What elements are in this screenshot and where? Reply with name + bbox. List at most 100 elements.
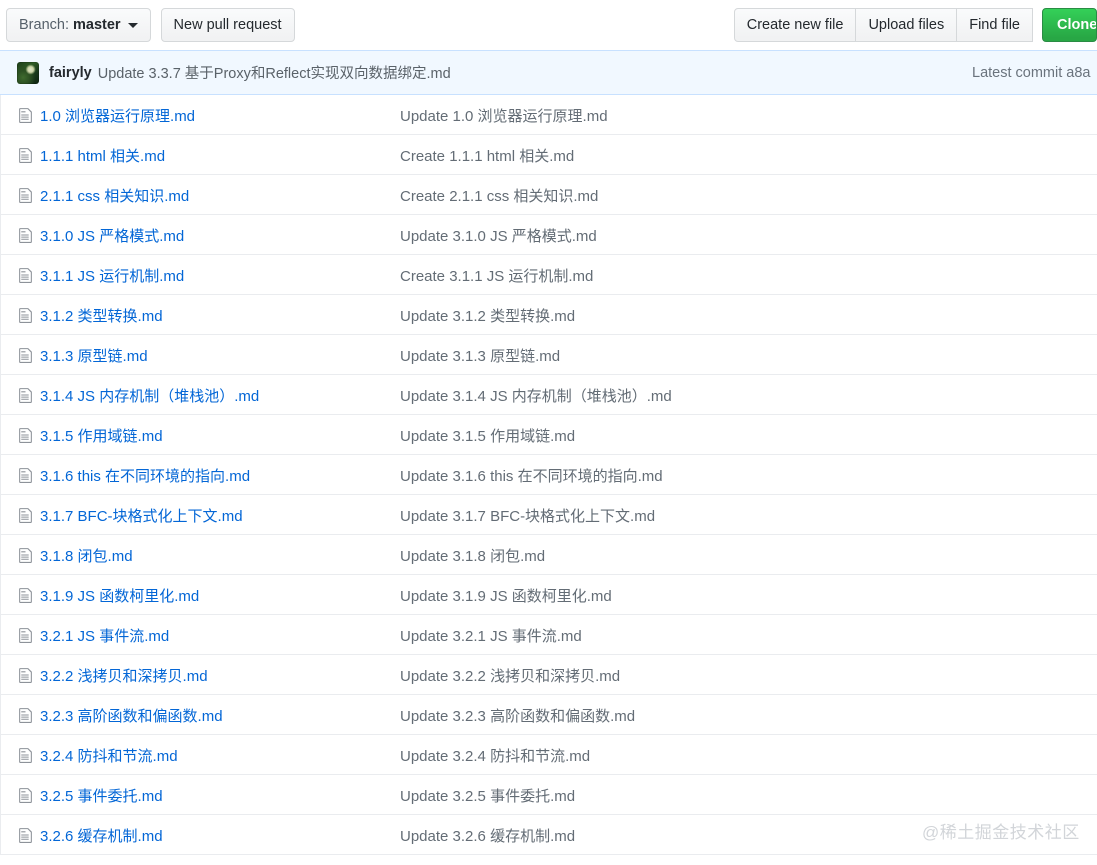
file-commit-message[interactable]: Update 3.2.3 高阶函数和偏函数.md [400, 695, 635, 735]
table-row[interactable]: 1.0 浏览器运行原理.md Update 1.0 浏览器运行原理.md [1, 95, 1097, 135]
file-name-cell: 3.1.6 this 在不同环境的指向.md [18, 455, 250, 495]
file-name-link[interactable]: 2.1.1 css 相关知识.md [40, 185, 189, 206]
branch-selector-button[interactable]: Branch: master [6, 8, 151, 42]
commit-message-link[interactable]: Update 3.3.7 基于Proxy和Reflect实现双向数据绑定.md [98, 62, 451, 83]
file-commit-message[interactable]: Update 3.1.0 JS 严格模式.md [400, 215, 597, 255]
table-row[interactable]: 3.2.3 高阶函数和偏函数.md Update 3.2.3 高阶函数和偏函数.… [1, 695, 1097, 735]
file-icon [19, 267, 32, 283]
file-commit-message[interactable]: Update 3.1.4 JS 内存机制（堆栈池）.md [400, 375, 672, 415]
file-name-link[interactable]: 3.1.4 JS 内存机制（堆栈池）.md [40, 385, 259, 406]
file-name-link[interactable]: 3.1.6 this 在不同环境的指向.md [40, 465, 250, 486]
upload-files-button[interactable]: Upload files [856, 8, 958, 42]
file-icon [19, 347, 32, 363]
file-name-link[interactable]: 3.1.8 闭包.md [40, 545, 133, 566]
file-name-cell: 3.1.5 作用域链.md [18, 415, 163, 455]
file-name-cell: 3.2.2 浅拷贝和深拷贝.md [18, 655, 208, 695]
table-row[interactable]: 3.1.4 JS 内存机制（堆栈池）.md Update 3.1.4 JS 内存… [1, 375, 1097, 415]
file-name-cell: 2.1.1 css 相关知识.md [18, 175, 189, 215]
table-row[interactable]: 3.1.0 JS 严格模式.md Update 3.1.0 JS 严格模式.md [1, 215, 1097, 255]
file-name-cell: 3.2.4 防抖和节流.md [18, 735, 178, 775]
file-commit-message[interactable]: Update 3.1.8 闭包.md [400, 535, 545, 575]
file-name-link[interactable]: 1.0 浏览器运行原理.md [40, 105, 195, 126]
branch-prefix-label: Branch: [19, 16, 69, 33]
file-commit-message[interactable]: Update 3.2.4 防抖和节流.md [400, 735, 590, 775]
file-commit-message[interactable]: Update 3.1.2 类型转换.md [400, 295, 575, 335]
file-name-link[interactable]: 3.2.1 JS 事件流.md [40, 625, 169, 646]
file-commit-message[interactable]: Update 3.1.3 原型链.md [400, 335, 560, 375]
file-icon [19, 187, 32, 203]
table-row[interactable]: 3.2.5 事件委托.md Update 3.2.5 事件委托.md [1, 775, 1097, 815]
file-name-link[interactable]: 3.2.6 缓存机制.md [40, 825, 163, 846]
table-row[interactable]: 3.2.2 浅拷贝和深拷贝.md Update 3.2.2 浅拷贝和深拷贝.md [1, 655, 1097, 695]
file-commit-message[interactable]: Update 3.1.7 BFC-块格式化上下文.md [400, 495, 655, 535]
table-row[interactable]: 3.1.1 JS 运行机制.md Create 3.1.1 JS 运行机制.md [1, 255, 1097, 295]
file-name-link[interactable]: 3.2.5 事件委托.md [40, 785, 163, 806]
file-name-link[interactable]: 3.1.0 JS 严格模式.md [40, 225, 184, 246]
create-new-file-button[interactable]: Create new file [733, 8, 857, 42]
table-row[interactable]: 3.1.6 this 在不同环境的指向.md Update 3.1.6 this… [1, 455, 1097, 495]
file-name-link[interactable]: 3.1.3 原型链.md [40, 345, 148, 366]
toolbar-right-group: Create new file Upload files Find file C… [733, 8, 1097, 42]
new-pull-request-button[interactable]: New pull request [160, 8, 295, 42]
file-commit-message[interactable]: Create 1.1.1 html 相关.md [400, 135, 574, 175]
table-row[interactable]: 3.1.3 原型链.md Update 3.1.3 原型链.md [1, 335, 1097, 375]
file-commit-message[interactable]: Create 3.1.1 JS 运行机制.md [400, 255, 593, 295]
clone-or-download-button[interactable]: Clone or download [1042, 8, 1097, 42]
file-commit-message[interactable]: Update 3.1.6 this 在不同环境的指向.md [400, 455, 663, 495]
table-row[interactable]: 3.2.4 防抖和节流.md Update 3.2.4 防抖和节流.md [1, 735, 1097, 775]
file-commit-message[interactable]: Update 3.2.5 事件委托.md [400, 775, 575, 815]
table-row[interactable]: 3.2.1 JS 事件流.md Update 3.2.1 JS 事件流.md [1, 615, 1097, 655]
file-icon [19, 627, 32, 643]
file-name-link[interactable]: 3.1.9 JS 函数柯里化.md [40, 585, 199, 606]
file-name-cell: 3.1.2 类型转换.md [18, 295, 163, 335]
file-icon [19, 707, 32, 723]
file-name-link[interactable]: 3.2.3 高阶函数和偏函数.md [40, 705, 223, 726]
file-name-cell: 3.2.6 缓存机制.md [18, 815, 163, 855]
file-name-link[interactable]: 3.2.2 浅拷贝和深拷贝.md [40, 665, 208, 686]
file-name-cell: 3.1.8 闭包.md [18, 535, 133, 575]
file-commit-message[interactable]: Update 3.1.9 JS 函数柯里化.md [400, 575, 612, 615]
file-name-cell: 3.1.7 BFC-块格式化上下文.md [18, 495, 243, 535]
file-name-cell: 3.2.1 JS 事件流.md [18, 615, 169, 655]
file-name-link[interactable]: 3.2.4 防抖和节流.md [40, 745, 178, 766]
table-row[interactable]: 3.1.8 闭包.md Update 3.1.8 闭包.md [1, 535, 1097, 575]
file-commit-message[interactable]: Update 3.1.5 作用域链.md [400, 415, 575, 455]
file-name-cell: 3.1.1 JS 运行机制.md [18, 255, 184, 295]
file-icon [19, 827, 32, 843]
file-name-cell: 3.2.5 事件委托.md [18, 775, 163, 815]
file-icon [19, 107, 32, 123]
table-row[interactable]: 3.1.7 BFC-块格式化上下文.md Update 3.1.7 BFC-块格… [1, 495, 1097, 535]
table-row[interactable]: 3.2.6 缓存机制.md Update 3.2.6 缓存机制.md [1, 815, 1097, 855]
commit-author-link[interactable]: fairyly [49, 65, 92, 81]
table-row[interactable]: 3.1.2 类型转换.md Update 3.1.2 类型转换.md [1, 295, 1097, 335]
file-commit-message[interactable]: Update 3.2.2 浅拷贝和深拷贝.md [400, 655, 620, 695]
file-name-link[interactable]: 3.1.2 类型转换.md [40, 305, 163, 326]
file-commit-message[interactable]: Update 3.2.1 JS 事件流.md [400, 615, 582, 655]
table-row[interactable]: 3.1.9 JS 函数柯里化.md Update 3.1.9 JS 函数柯里化.… [1, 575, 1097, 615]
table-row[interactable]: 3.1.5 作用域链.md Update 3.1.5 作用域链.md [1, 415, 1097, 455]
file-name-link[interactable]: 1.1.1 html 相关.md [40, 145, 165, 166]
latest-commit-bar: fairyly Update 3.3.7 基于Proxy和Reflect实现双向… [0, 50, 1097, 95]
file-icon [19, 387, 32, 403]
file-name-link[interactable]: 3.1.5 作用域链.md [40, 425, 163, 446]
file-icon [19, 747, 32, 763]
file-commit-message[interactable]: Create 2.1.1 css 相关知识.md [400, 175, 598, 215]
table-row[interactable]: 2.1.1 css 相关知识.md Create 2.1.1 css 相关知识.… [1, 175, 1097, 215]
latest-commit-label: Latest commit [972, 64, 1063, 81]
file-list-table: 1.0 浏览器运行原理.md Update 1.0 浏览器运行原理.md 1.1… [0, 95, 1097, 855]
avatar[interactable] [17, 61, 39, 84]
file-commit-message[interactable]: Update 3.2.6 缓存机制.md [400, 815, 575, 855]
file-name-cell: 1.0 浏览器运行原理.md [18, 95, 195, 135]
find-file-button[interactable]: Find file [957, 8, 1033, 42]
file-name-cell: 3.1.3 原型链.md [18, 335, 148, 375]
file-icon [19, 547, 32, 563]
table-row[interactable]: 1.1.1 html 相关.md Create 1.1.1 html 相关.md [1, 135, 1097, 175]
chevron-down-icon [127, 22, 138, 28]
file-name-link[interactable]: 3.1.7 BFC-块格式化上下文.md [40, 505, 243, 526]
file-commit-message[interactable]: Update 1.0 浏览器运行原理.md [400, 95, 608, 135]
file-name-cell: 1.1.1 html 相关.md [18, 135, 165, 175]
file-name-link[interactable]: 3.1.1 JS 运行机制.md [40, 265, 184, 286]
commit-sha[interactable]: a8a [1066, 65, 1090, 81]
file-icon [19, 587, 32, 603]
file-name-cell: 3.1.0 JS 严格模式.md [18, 215, 184, 255]
